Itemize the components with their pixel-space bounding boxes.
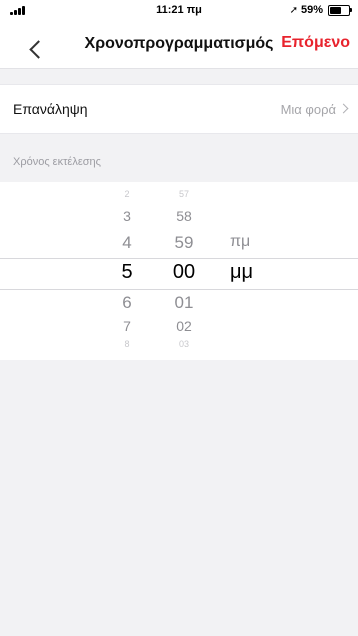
minute-option[interactable]: 58 bbox=[164, 209, 204, 223]
battery-percent: 59% bbox=[300, 4, 323, 16]
hour-option[interactable]: 3 bbox=[107, 209, 147, 223]
repeat-label: Επανάληψη bbox=[13, 101, 88, 117]
hour-option[interactable]: 8 bbox=[107, 340, 147, 349]
execution-time-label: Χρόνος εκτέλεσης bbox=[13, 156, 101, 168]
status-right: ➚ 59% bbox=[289, 4, 352, 16]
minute-option[interactable]: 00 bbox=[164, 262, 204, 282]
hour-option[interactable]: 7 bbox=[107, 319, 147, 333]
battery-icon bbox=[328, 4, 352, 16]
time-picker[interactable]: 2 3 4 5 6 7 8 57 58 59 00 01 02 03 πμ μμ bbox=[0, 182, 358, 360]
period-option[interactable]: πμ bbox=[230, 234, 280, 250]
hour-option[interactable]: 2 bbox=[107, 190, 147, 199]
minute-option[interactable]: 03 bbox=[164, 340, 204, 349]
next-button[interactable]: Επόμενο bbox=[281, 34, 350, 52]
empty-area bbox=[0, 360, 358, 636]
minute-option[interactable]: 02 bbox=[164, 319, 204, 333]
status-bar: 11:21 πμ ➚ 59% bbox=[0, 0, 358, 20]
minute-option[interactable]: 59 bbox=[164, 234, 204, 251]
hour-option[interactable]: 5 bbox=[107, 262, 147, 282]
location-arrow-icon: ➚ bbox=[289, 4, 298, 16]
minute-option[interactable]: 01 bbox=[164, 294, 204, 311]
hour-option[interactable]: 4 bbox=[107, 234, 147, 251]
repeat-value: Μια φορά bbox=[280, 102, 336, 117]
period-option[interactable]: μμ bbox=[230, 262, 280, 282]
chevron-right-icon bbox=[338, 103, 349, 114]
repeat-row[interactable]: Επανάληψη Μια φορά bbox=[0, 84, 358, 134]
battery-level bbox=[330, 6, 341, 14]
navigation-bar: Χρονοπρογραμματισμός Επόμενο bbox=[0, 20, 358, 69]
minute-option[interactable]: 57 bbox=[164, 190, 204, 199]
hour-option[interactable]: 6 bbox=[107, 294, 147, 311]
